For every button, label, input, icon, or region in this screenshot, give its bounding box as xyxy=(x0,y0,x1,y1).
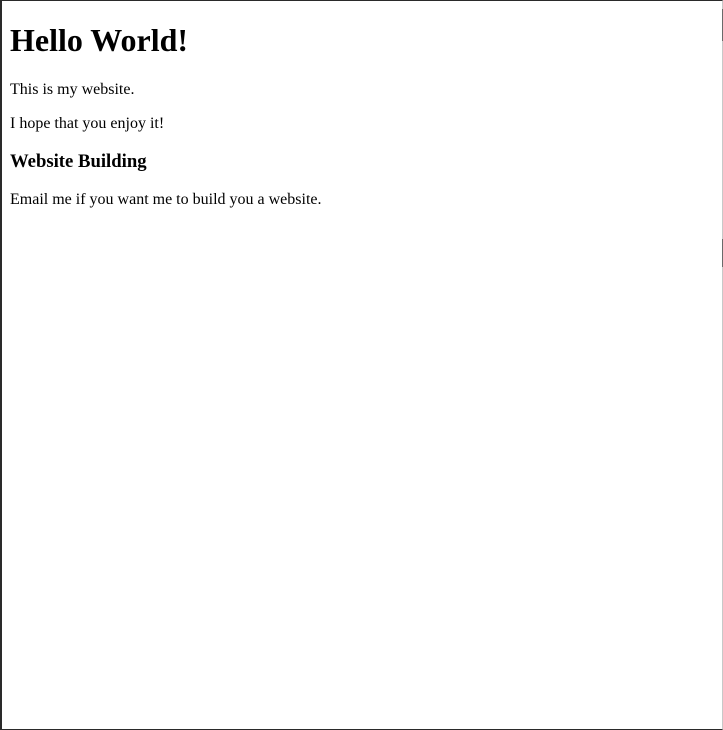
intro-paragraph: This is my website. xyxy=(10,81,135,98)
page-title: Hello World! xyxy=(10,22,189,58)
enjoy-paragraph: I hope that you enjoy it! xyxy=(10,115,165,132)
page-content: Hello World! This is my website. I hope … xyxy=(10,1,714,209)
section-heading: Website Building xyxy=(10,151,147,172)
section-paragraph: Email me if you want me to build you a w… xyxy=(10,191,322,208)
browser-viewport: Hello World! This is my website. I hope … xyxy=(0,0,723,730)
